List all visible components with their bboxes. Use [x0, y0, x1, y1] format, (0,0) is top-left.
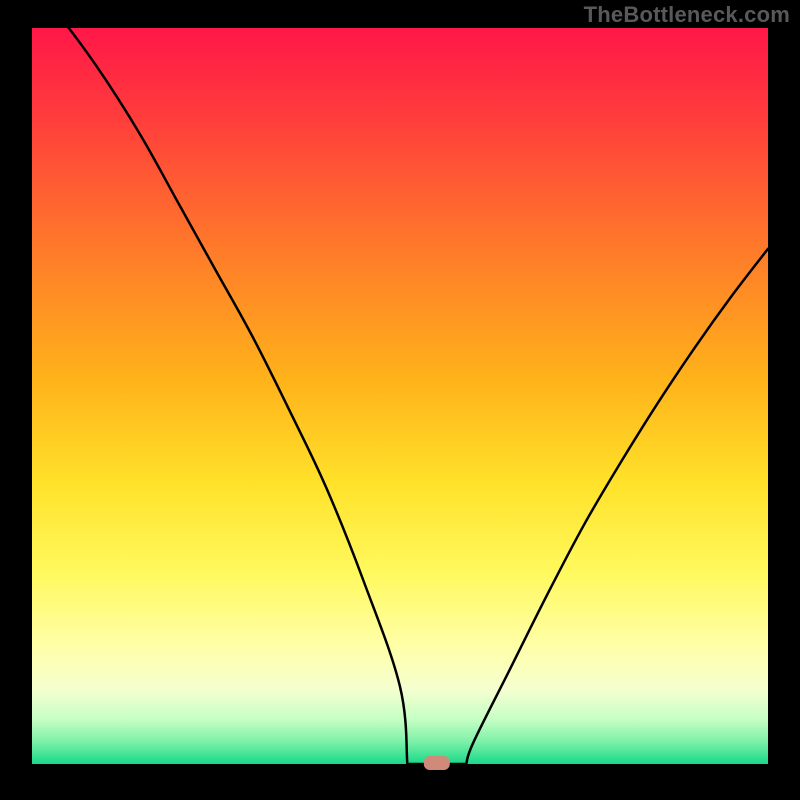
attribution-text: TheBottleneck.com [584, 2, 790, 28]
optimum-marker [424, 756, 450, 770]
chart-container: TheBottleneck.com [0, 0, 800, 800]
bottleneck-chart [0, 0, 800, 800]
